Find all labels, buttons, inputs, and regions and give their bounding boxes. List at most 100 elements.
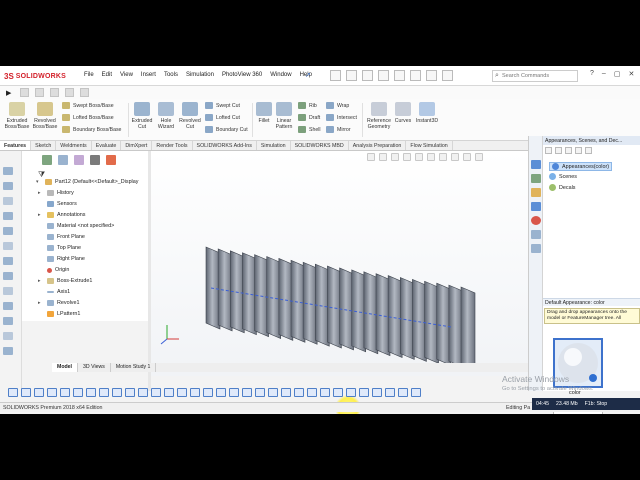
tab-weldments[interactable]: Weldments bbox=[56, 141, 92, 150]
tool-icon[interactable] bbox=[3, 347, 13, 355]
tool-icon[interactable] bbox=[281, 387, 291, 397]
swept-boss-button[interactable]: Swept Boss/Base bbox=[62, 102, 114, 109]
tool-icon[interactable] bbox=[3, 197, 13, 205]
rib-button[interactable]: Rib bbox=[298, 102, 317, 109]
solidworks-logo[interactable]: 3S SOLIDWORKS bbox=[4, 71, 66, 81]
tool-icon[interactable] bbox=[3, 332, 13, 340]
scenes-item[interactable]: Scenes bbox=[549, 173, 577, 180]
tab-analysis-preparation[interactable]: Analysis Preparation bbox=[349, 141, 407, 150]
menu-tools[interactable]: Tools bbox=[164, 72, 178, 78]
tool-icon[interactable] bbox=[242, 387, 252, 397]
tool-icon[interactable] bbox=[3, 317, 13, 325]
feature-tree-icon[interactable] bbox=[42, 155, 52, 165]
select-icon[interactable] bbox=[410, 70, 421, 81]
help-icon[interactable]: ? bbox=[590, 70, 594, 78]
tool-icon[interactable] bbox=[398, 387, 408, 397]
tab-mbd[interactable]: SOLIDWORKS MBD bbox=[291, 141, 349, 150]
tree-item-right-plane[interactable]: Right Plane bbox=[38, 256, 85, 262]
extruded-cut-button[interactable]: Extruded Cut bbox=[130, 102, 154, 130]
tab-motion-study[interactable]: Motion Study 1 bbox=[111, 363, 157, 372]
tool-icon[interactable] bbox=[8, 387, 18, 397]
file-explorer-icon[interactable] bbox=[531, 188, 541, 197]
boundary-boss-button[interactable]: Boundary Boss/Base bbox=[62, 126, 121, 133]
minimize-icon[interactable]: – bbox=[602, 70, 606, 78]
toolbar-icon[interactable] bbox=[20, 88, 29, 97]
property-manager-icon[interactable] bbox=[58, 155, 68, 165]
tool-icon[interactable] bbox=[3, 227, 13, 235]
display-manager-icon[interactable] bbox=[106, 155, 116, 165]
instant3d-button[interactable]: Instant3D bbox=[414, 102, 440, 124]
tool-icon[interactable] bbox=[99, 387, 109, 397]
linear-pattern-button[interactable]: Linear Pattern bbox=[274, 102, 294, 130]
chevron-right-icon[interactable]: ▸ bbox=[38, 212, 44, 218]
custom-properties-icon[interactable] bbox=[531, 230, 541, 239]
wrap-button[interactable]: Wrap bbox=[326, 102, 349, 109]
design-library-icon[interactable] bbox=[531, 174, 541, 183]
tool-icon[interactable] bbox=[47, 387, 57, 397]
hole-wizard-button[interactable]: Hole Wizard bbox=[155, 102, 177, 130]
tool-icon[interactable] bbox=[3, 257, 13, 265]
configuration-manager-icon[interactable] bbox=[74, 155, 84, 165]
tab-render-tools[interactable]: Render Tools bbox=[152, 141, 193, 150]
forward-icon[interactable] bbox=[555, 147, 562, 154]
tool-icon[interactable] bbox=[216, 387, 226, 397]
toolbar-icon[interactable] bbox=[80, 88, 89, 97]
tool-icon[interactable] bbox=[372, 387, 382, 397]
chevron-right-icon[interactable]: ▸ bbox=[38, 300, 44, 306]
shell-button[interactable]: Shell bbox=[298, 126, 321, 133]
print-icon[interactable] bbox=[378, 70, 389, 81]
tool-icon[interactable] bbox=[138, 387, 148, 397]
tree-item-material[interactable]: Material <not specified> bbox=[38, 223, 114, 229]
mirror-button[interactable]: Mirror bbox=[326, 126, 351, 133]
tab-3d-views[interactable]: 3D Views bbox=[78, 363, 111, 372]
tool-icon[interactable] bbox=[112, 387, 122, 397]
menu-edit[interactable]: Edit bbox=[102, 72, 112, 78]
reference-geometry-button[interactable]: Reference Geometry bbox=[365, 102, 393, 130]
forum-icon[interactable] bbox=[531, 244, 541, 253]
tool-icon[interactable] bbox=[190, 387, 200, 397]
tree-item-boss-extrude[interactable]: ▸ Boss-Extrude1 bbox=[38, 278, 92, 284]
options-icon[interactable] bbox=[442, 70, 453, 81]
tool-icon[interactable] bbox=[307, 387, 317, 397]
revolved-cut-button[interactable]: Revolved Cut bbox=[178, 102, 202, 130]
tree-item-history[interactable]: ▸ History bbox=[38, 190, 74, 196]
extruded-boss-button[interactable]: Extruded Boss/Base bbox=[4, 102, 30, 130]
menu-file[interactable]: File bbox=[84, 72, 94, 78]
save-icon[interactable] bbox=[362, 70, 373, 81]
curves-button[interactable]: Curves bbox=[393, 102, 413, 124]
draft-button[interactable]: Draft bbox=[298, 114, 320, 121]
tool-icon[interactable] bbox=[255, 387, 265, 397]
tab-sketch[interactable]: Sketch bbox=[31, 141, 57, 150]
tool-icon[interactable] bbox=[86, 387, 96, 397]
tool-icon[interactable] bbox=[3, 272, 13, 280]
tree-item-axis[interactable]: Axis1 bbox=[38, 289, 70, 295]
close-icon[interactable]: ✕ bbox=[628, 70, 634, 78]
solidworks-resources-icon[interactable] bbox=[531, 160, 541, 169]
tool-icon[interactable] bbox=[411, 387, 421, 397]
chevron-right-icon[interactable]: ▸ bbox=[38, 278, 44, 284]
tree-item-top-plane[interactable]: Top Plane bbox=[38, 245, 81, 251]
tool-icon[interactable] bbox=[320, 387, 330, 397]
rebuild-icon[interactable] bbox=[426, 70, 437, 81]
undo-icon[interactable] bbox=[394, 70, 405, 81]
menu-view[interactable]: View bbox=[120, 72, 133, 78]
tool-icon[interactable] bbox=[3, 287, 13, 295]
chevron-right-icon[interactable]: ▸ bbox=[38, 190, 44, 196]
tool-icon[interactable] bbox=[333, 387, 343, 397]
tool-icon[interactable] bbox=[385, 387, 395, 397]
stop-text[interactable]: F1b: Stop bbox=[585, 401, 608, 407]
tab-addins[interactable]: SOLIDWORKS Add-Ins bbox=[193, 141, 257, 150]
fillet-button[interactable]: Fillet bbox=[255, 102, 273, 124]
toolbar-icon[interactable] bbox=[50, 88, 59, 97]
tab-flow-simulation[interactable]: Flow Simulation bbox=[406, 141, 453, 150]
tool-icon[interactable] bbox=[268, 387, 278, 397]
tree-item-sensors[interactable]: Sensors bbox=[38, 201, 77, 207]
tab-simulation[interactable]: Simulation bbox=[257, 141, 291, 150]
tool-icon[interactable] bbox=[359, 387, 369, 397]
appearances-item[interactable]: Appearances(color) bbox=[549, 162, 613, 171]
toolbar-icon[interactable] bbox=[65, 88, 74, 97]
restore-icon[interactable]: ▢ bbox=[614, 70, 621, 78]
run-icon[interactable]: ▶ bbox=[6, 89, 14, 97]
add-folder-icon[interactable] bbox=[575, 147, 582, 154]
dimxpert-manager-icon[interactable] bbox=[90, 155, 100, 165]
